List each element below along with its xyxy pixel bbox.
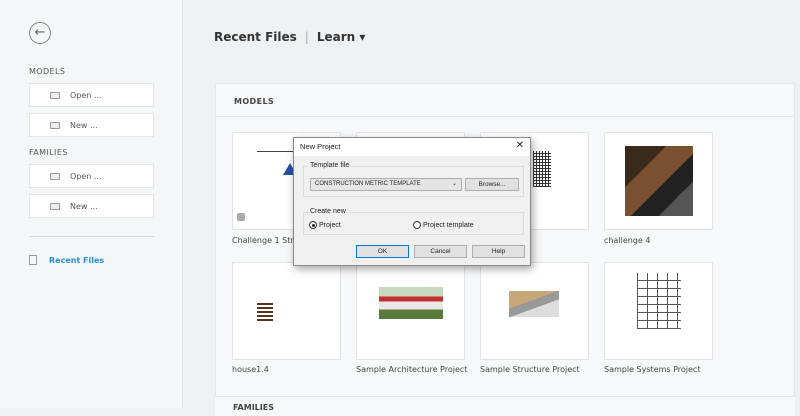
file-name: Sample Structure Project	[480, 365, 580, 374]
new-model-button[interactable]: New ...	[29, 113, 154, 137]
header-separator: |	[304, 30, 309, 44]
create-new-group: Create new Project Project template	[303, 208, 524, 235]
ok-button[interactable]: OK	[356, 245, 409, 258]
file-name: challenge 4	[604, 236, 651, 245]
families-panel-title: FAMILIES	[215, 396, 795, 416]
3d-model-icon	[237, 213, 245, 221]
recent-files-label: Recent Files	[49, 255, 105, 265]
template-file-label: Template file	[308, 162, 352, 169]
learn-dropdown[interactable]: Learn ▾	[317, 30, 366, 44]
radio-icon	[413, 221, 421, 229]
project-template-radio[interactable]: Project template	[413, 221, 474, 229]
file-card-sample-systems[interactable]	[604, 262, 713, 360]
divider	[29, 236, 154, 237]
template-file-group: Template file CONSTRUCTION METRIC TEMPLA…	[303, 162, 524, 197]
project-radio[interactable]: Project	[309, 221, 341, 229]
chevron-down-icon: ⌄	[451, 181, 457, 187]
models-section-title: MODELS	[29, 67, 66, 76]
divider	[216, 116, 794, 117]
recent-files-title: Recent Files	[214, 30, 297, 44]
radio-selected-icon	[309, 221, 317, 229]
open-folder-icon	[50, 91, 60, 99]
families-section-title: FAMILIES	[29, 148, 68, 157]
cancel-button[interactable]: Cancel	[414, 245, 467, 258]
close-icon[interactable]: ✕	[516, 140, 524, 151]
file-card-challenge-4[interactable]	[604, 132, 713, 230]
file-name: house1.4	[232, 365, 269, 374]
open-label: Open ...	[70, 90, 102, 100]
open-folder-icon	[50, 172, 60, 180]
browse-button[interactable]: Browse...	[465, 178, 519, 191]
recent-files-icon	[29, 255, 37, 265]
open-model-button[interactable]: Open ...	[29, 83, 154, 107]
file-card-house[interactable]	[232, 262, 341, 360]
folder-icon	[50, 121, 60, 129]
help-button[interactable]: Help	[472, 245, 525, 258]
models-panel-title: MODELS	[234, 97, 275, 106]
new-family-button[interactable]: New ...	[29, 194, 154, 218]
open-label: Open ...	[70, 171, 102, 181]
create-new-label: Create new	[308, 208, 348, 215]
dialog-titlebar: New Project ✕	[294, 138, 530, 156]
folder-icon	[50, 202, 60, 210]
file-name: Sample Architecture Project	[356, 365, 468, 374]
project-label: Project	[319, 221, 341, 229]
template-select[interactable]: CONSTRUCTION METRIC TEMPLATE ⌄	[310, 178, 462, 191]
new-label: New ...	[70, 120, 98, 130]
header: Recent Files | Learn ▾	[214, 30, 365, 44]
template-value: CONSTRUCTION METRIC TEMPLATE	[315, 181, 421, 187]
new-project-dialog: New Project ✕ Template file CONSTRUCTION…	[293, 137, 531, 266]
new-label: New ...	[70, 201, 98, 211]
back-arrow-icon[interactable]: ←	[29, 22, 51, 44]
file-card-sample-structure[interactable]	[480, 262, 589, 360]
project-template-label: Project template	[423, 221, 474, 229]
file-name: Sample Systems Project	[604, 365, 701, 374]
dialog-title: New Project	[300, 142, 341, 151]
file-card-sample-architecture[interactable]	[356, 262, 465, 360]
sidebar: ← MODELS Open ... New ... FAMILIES Open …	[0, 0, 183, 408]
open-family-button[interactable]: Open ...	[29, 164, 154, 188]
recent-files-link[interactable]: Recent Files	[29, 255, 104, 265]
